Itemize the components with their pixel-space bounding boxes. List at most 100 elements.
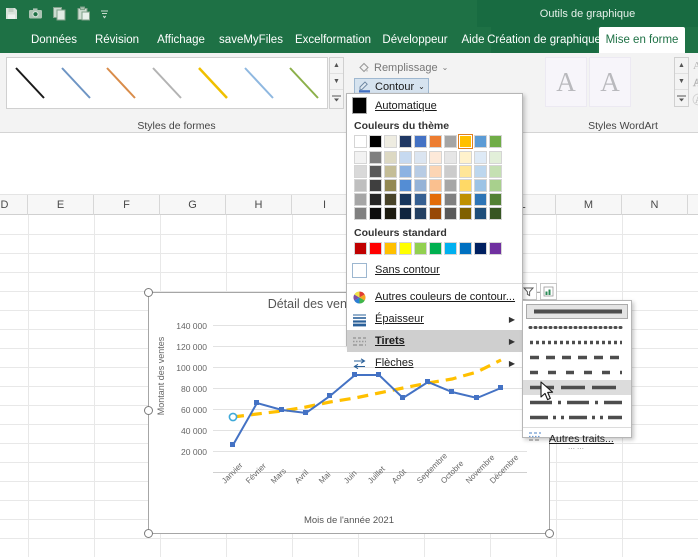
theme-shade-4-0[interactable]: [354, 193, 367, 206]
theme-shade-1-8[interactable]: [474, 151, 487, 164]
dash-option-dash-wide[interactable]: [523, 365, 631, 380]
theme-shade-4-3[interactable]: [399, 193, 412, 206]
theme-shade-1-7[interactable]: [459, 151, 472, 164]
theme-colors-row-shade-3[interactable]: [354, 179, 522, 192]
theme-colors-row-base[interactable]: [354, 134, 522, 149]
wordart-scrollbar[interactable]: ▲ ▼: [674, 57, 689, 107]
dash-option-round-dot[interactable]: [523, 320, 631, 335]
menu-item-automatique[interactable]: Automatique: [347, 94, 522, 117]
theme-shade-1-6[interactable]: [444, 151, 457, 164]
theme-shade-5-6[interactable]: [444, 207, 457, 220]
tab-aide[interactable]: Aide: [455, 27, 491, 53]
theme-shade-4-2[interactable]: [384, 193, 397, 206]
shape-style-1[interactable]: [53, 58, 99, 108]
theme-shade-3-7[interactable]: [459, 179, 472, 192]
theme-color-6[interactable]: [444, 135, 457, 148]
theme-shade-3-4[interactable]: [414, 179, 427, 192]
column-header-D[interactable]: D: [0, 195, 28, 215]
theme-color-2[interactable]: [384, 135, 397, 148]
theme-shade-1-1[interactable]: [369, 151, 382, 164]
theme-shade-2-9[interactable]: [489, 165, 502, 178]
theme-shade-4-1[interactable]: [369, 193, 382, 206]
theme-shade-2-0[interactable]: [354, 165, 367, 178]
theme-shade-5-2[interactable]: [384, 207, 397, 220]
column-header-M[interactable]: M: [556, 195, 622, 215]
menu-item-autres-couleurs[interactable]: Autres couleurs de contour...: [347, 286, 522, 308]
theme-colors-row-shade-1[interactable]: [354, 151, 522, 164]
text-outline-button[interactable]: A Contour du texte ⌄: [692, 74, 698, 91]
standard-colors-row[interactable]: [354, 242, 522, 255]
dash-option-dash[interactable]: [523, 350, 631, 365]
save-icon[interactable]: [4, 6, 19, 21]
theme-colors-row-shade-2[interactable]: [354, 165, 522, 178]
theme-shade-4-9[interactable]: [489, 193, 502, 206]
theme-shade-3-6[interactable]: [444, 179, 457, 192]
chevron-down-icon[interactable]: ⌄: [442, 63, 449, 72]
standard-color-4[interactable]: [414, 242, 427, 255]
theme-color-3[interactable]: [399, 135, 412, 148]
wordart-sample-0[interactable]: A: [545, 57, 587, 107]
theme-shade-5-4[interactable]: [414, 207, 427, 220]
resize-handle-bl[interactable]: [144, 529, 153, 538]
column-header-G[interactable]: G: [160, 195, 226, 215]
column-header-H[interactable]: H: [226, 195, 292, 215]
theme-shade-1-2[interactable]: [384, 151, 397, 164]
shape-style-2[interactable]: [98, 58, 144, 108]
standard-color-6[interactable]: [444, 242, 457, 255]
theme-shade-5-0[interactable]: [354, 207, 367, 220]
gallery-scroll-down-icon[interactable]: ▼: [330, 74, 343, 90]
menu-item-autres-traits[interactable]: Autres traits...: [523, 430, 631, 447]
theme-shade-2-2[interactable]: [384, 165, 397, 178]
theme-color-0[interactable]: [354, 135, 367, 148]
tab-donnees[interactable]: Données: [25, 27, 83, 53]
wordart-more-icon[interactable]: [675, 90, 688, 106]
tab-developpeur[interactable]: Développeur: [378, 27, 452, 53]
shape-style-4[interactable]: [190, 58, 236, 108]
theme-shade-5-9[interactable]: [489, 207, 502, 220]
standard-color-0[interactable]: [354, 242, 367, 255]
resize-handle-br[interactable]: [545, 529, 554, 538]
shape-outline-dropdown[interactable]: Automatique Couleurs du thème Couleurs s…: [346, 93, 523, 369]
paste-icon[interactable]: [76, 6, 91, 21]
camera-icon[interactable]: [28, 6, 43, 21]
theme-shade-4-4[interactable]: [414, 193, 427, 206]
tab-creation-de-graphique[interactable]: Création de graphique: [487, 27, 601, 53]
theme-shade-5-7[interactable]: [459, 207, 472, 220]
standard-color-1[interactable]: [369, 242, 382, 255]
theme-shade-2-8[interactable]: [474, 165, 487, 178]
standard-color-9[interactable]: [489, 242, 502, 255]
tab-affichage[interactable]: Affichage: [150, 27, 212, 53]
theme-color-8[interactable]: [474, 135, 487, 148]
shape-styles-gallery[interactable]: [6, 57, 328, 109]
standard-colors-grid[interactable]: [347, 241, 522, 259]
theme-shade-1-5[interactable]: [429, 151, 442, 164]
theme-color-7-selected[interactable]: [458, 134, 473, 149]
theme-shade-1-9[interactable]: [489, 151, 502, 164]
shape-style-3[interactable]: [144, 58, 190, 108]
tab-revision[interactable]: Révision: [88, 27, 146, 53]
theme-color-5[interactable]: [429, 135, 442, 148]
theme-color-1[interactable]: [369, 135, 382, 148]
text-effects-button[interactable]: A Effets de texte ⌄: [692, 91, 698, 108]
tab-mise-en-forme[interactable]: Mise en forme: [599, 27, 685, 53]
theme-shade-2-7[interactable]: [459, 165, 472, 178]
theme-shade-4-5[interactable]: [429, 193, 442, 206]
shape-style-6[interactable]: [281, 58, 327, 108]
tab-excelformation[interactable]: Excelformation: [291, 27, 375, 53]
submenu-grip[interactable]: ⋯⋯: [523, 446, 631, 453]
theme-shade-3-9[interactable]: [489, 179, 502, 192]
dash-option-solid[interactable]: [526, 304, 628, 319]
theme-colors-grid[interactable]: [347, 134, 522, 224]
theme-shade-3-2[interactable]: [384, 179, 397, 192]
theme-colors-row-shade-5[interactable]: [354, 207, 522, 220]
shape-style-0[interactable]: [7, 58, 53, 108]
theme-shade-3-3[interactable]: [399, 179, 412, 192]
theme-shade-4-6[interactable]: [444, 193, 457, 206]
chart-elements-button[interactable]: [540, 283, 557, 300]
wordart-scroll-down-icon[interactable]: ▼: [675, 74, 688, 90]
shape-fill-button[interactable]: Remplissage ⌄: [354, 59, 451, 76]
standard-color-2[interactable]: [384, 242, 397, 255]
theme-shade-3-1[interactable]: [369, 179, 382, 192]
customize-qat-icon[interactable]: [100, 6, 109, 21]
shape-styles-scrollbar[interactable]: ▲ ▼: [329, 57, 344, 109]
